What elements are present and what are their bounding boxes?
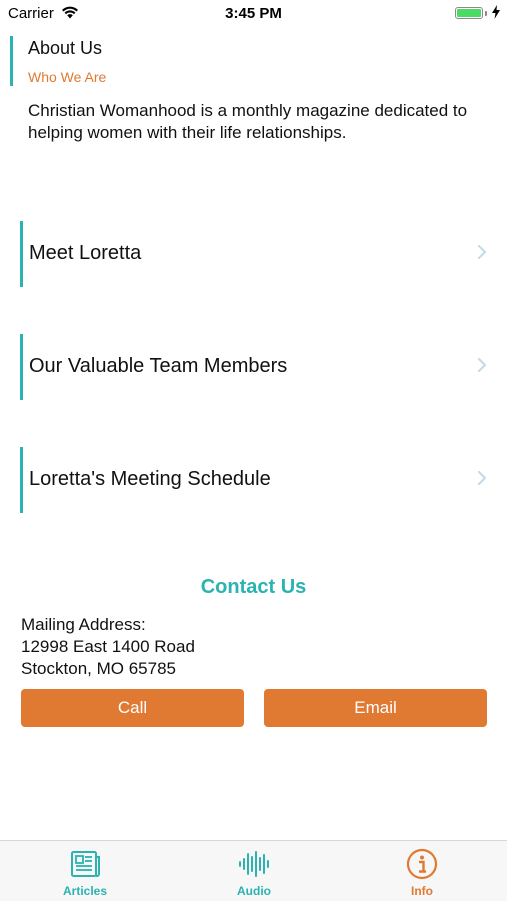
tab-audio[interactable]: Audio bbox=[194, 841, 314, 901]
row-meet-loretta[interactable]: Meet Loretta bbox=[20, 221, 490, 287]
about-title: About Us bbox=[28, 38, 103, 58]
battery-nub bbox=[485, 11, 487, 16]
call-button[interactable]: Call bbox=[21, 689, 244, 727]
info-icon bbox=[406, 848, 438, 880]
chevron-right-icon bbox=[477, 357, 487, 373]
chevron-right-icon bbox=[477, 244, 487, 260]
address-line: 12998 East 1400 Road bbox=[21, 637, 195, 656]
status-bar: Carrier 3:45 PM bbox=[0, 0, 507, 28]
charging-bolt-icon bbox=[492, 5, 500, 19]
tab-info[interactable]: Info bbox=[362, 841, 482, 901]
accent-bar bbox=[20, 447, 23, 513]
tab-bar: Articles Audio Info bbox=[0, 840, 507, 901]
about-subtitle: Who We Are bbox=[28, 69, 107, 85]
status-time: 3:45 PM bbox=[225, 5, 282, 22]
row-label: Meet Loretta bbox=[29, 242, 142, 264]
accent-bar bbox=[20, 221, 23, 287]
address-line: Stockton, MO 65785 bbox=[21, 659, 176, 678]
row-label: Loretta's Meeting Schedule bbox=[29, 468, 271, 490]
tab-label: Info bbox=[411, 884, 433, 898]
tab-label: Articles bbox=[62, 884, 108, 898]
battery-icon bbox=[455, 7, 483, 19]
mailing-address: Mailing Address: 12998 East 1400 Road St… bbox=[21, 614, 195, 680]
contact-title: Contact Us bbox=[200, 576, 307, 598]
row-meeting-schedule[interactable]: Loretta's Meeting Schedule bbox=[20, 447, 490, 513]
accent-bar bbox=[20, 334, 23, 400]
newspaper-icon bbox=[71, 851, 100, 877]
about-description: Christian Womanhood is a monthly magazin… bbox=[28, 101, 468, 142]
accent-bar bbox=[10, 36, 13, 86]
tab-articles[interactable]: Articles bbox=[25, 841, 145, 901]
row-label: Our Valuable Team Members bbox=[29, 355, 288, 377]
audio-wave-icon bbox=[239, 851, 269, 877]
email-button[interactable]: Email bbox=[264, 689, 487, 727]
address-line: Mailing Address: bbox=[21, 615, 146, 634]
tab-label: Audio bbox=[237, 884, 271, 898]
chevron-right-icon bbox=[477, 470, 487, 486]
row-team-members[interactable]: Our Valuable Team Members bbox=[20, 334, 490, 400]
